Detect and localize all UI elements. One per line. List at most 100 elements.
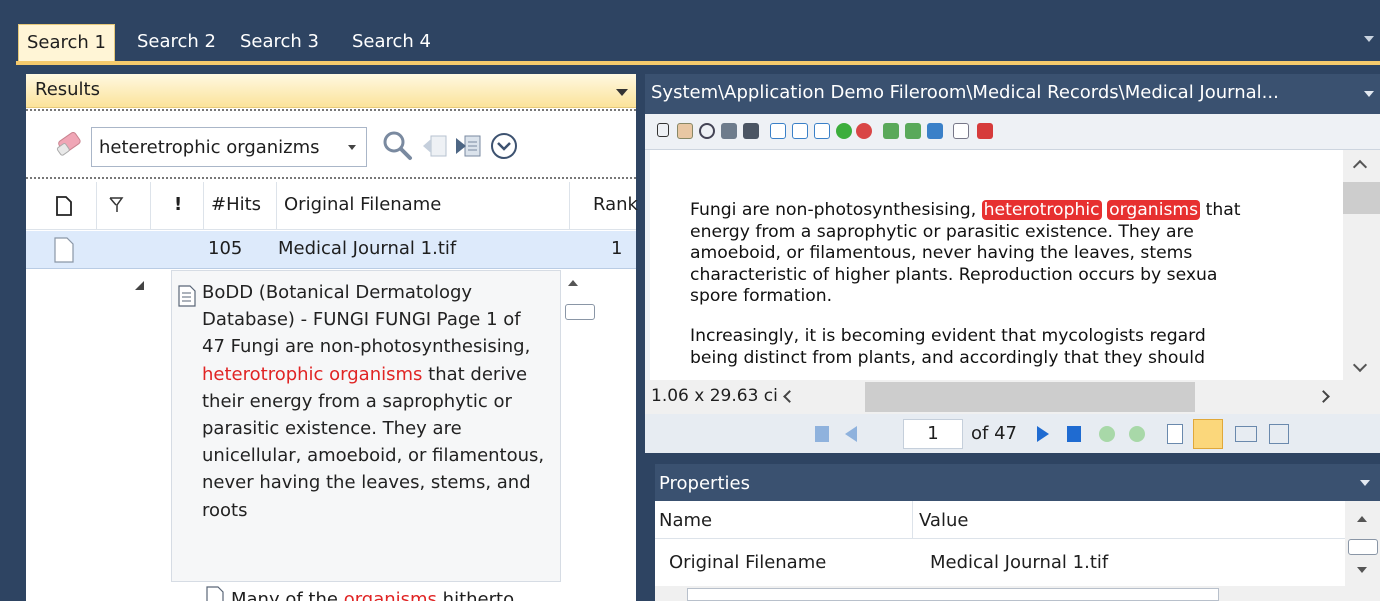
page-total: of 47 — [971, 423, 1017, 444]
property-name: Original Filename — [669, 552, 827, 573]
eraser-icon[interactable] — [55, 131, 85, 159]
document-viewer: System\Application Demo Fileroom\Medical… — [645, 74, 1380, 453]
document-text: Fungi are non-photosynthesising, heterot… — [690, 200, 1241, 368]
table-row[interactable]: 105 Medical Journal 1.tif 1 — [26, 231, 636, 269]
zoom-icon[interactable] — [699, 123, 715, 139]
camera-icon[interactable] — [743, 123, 759, 139]
first-page-icon[interactable] — [815, 426, 829, 442]
refresh-icon[interactable] — [927, 123, 943, 139]
scroll-thumb[interactable] — [1348, 539, 1378, 555]
search-combo[interactable] — [91, 127, 367, 167]
previous-page-icon[interactable] — [845, 426, 857, 442]
column-rank[interactable]: Rank — [593, 194, 638, 215]
next-page-icon[interactable] — [1037, 426, 1049, 442]
highlight-organisms: organisms — [1107, 200, 1201, 220]
properties-menu-chevron-icon[interactable] — [1360, 480, 1370, 486]
last-page-icon[interactable] — [1067, 426, 1081, 442]
property-row[interactable]: Original Filename Medical Journal 1.tif — [655, 540, 1345, 584]
document-vertical-scrollbar[interactable] — [1343, 150, 1380, 380]
results-title: Results — [35, 79, 100, 100]
collapse-triangle-icon[interactable] — [134, 280, 146, 292]
previous-hit-icon[interactable] — [420, 133, 448, 159]
tab-overflow-dropdown-icon[interactable] — [1364, 36, 1374, 42]
document-horizontal-scrollbar[interactable]: 1.06 x 29.63 ci — [645, 380, 1380, 414]
zoom-rect-icon[interactable] — [721, 123, 737, 139]
scroll-down-icon[interactable] — [1357, 567, 1367, 573]
search-input[interactable] — [92, 128, 322, 166]
zoom-out-icon[interactable] — [856, 123, 872, 139]
search-icon[interactable] — [381, 129, 413, 161]
flag-column-icon[interactable] — [108, 196, 124, 214]
column-name[interactable]: Name — [659, 510, 712, 531]
search-tab-bar: Search 1 Search 2 Search 3 Search 4 — [0, 0, 1380, 62]
tab-search-3[interactable]: Search 3 — [240, 24, 319, 62]
fit-width-icon[interactable] — [814, 123, 830, 139]
row-filename: Medical Journal 1.tif — [278, 238, 457, 259]
history-back-icon[interactable] — [1099, 426, 1115, 442]
hit-detail-area: BoDD (Botanical Dermatology Database) - … — [26, 270, 636, 601]
facing-view-icon[interactable] — [1235, 426, 1257, 442]
scroll-thumb[interactable] — [565, 304, 595, 320]
results-header: Results — [26, 74, 636, 108]
scroll-down-icon[interactable] — [1352, 357, 1368, 373]
document-icon — [54, 237, 74, 263]
scroll-up-icon[interactable] — [1357, 516, 1367, 522]
results-panel: Results heteretrophic organizms ! #Hits … — [26, 74, 638, 601]
tab-accent-rule — [16, 61, 1380, 65]
tab-search-4[interactable]: Search 4 — [352, 24, 431, 62]
properties-panel: Properties Name Value Original Filename … — [655, 464, 1380, 601]
select-pointer-icon[interactable] — [657, 123, 669, 137]
scroll-right-icon[interactable] — [1317, 390, 1330, 403]
page-navigation-bar: 1 of 47 — [645, 414, 1380, 453]
document-path: System\Application Demo Fileroom\Medical… — [651, 82, 1279, 103]
history-forward-icon[interactable] — [1129, 426, 1145, 442]
next-hit-snippet[interactable]: Many of the organisms hitherto — [176, 586, 576, 601]
next-hit-icon[interactable] — [454, 133, 482, 159]
search-toolbar — [26, 109, 636, 179]
document-column-icon[interactable] — [56, 196, 72, 216]
scroll-left-icon[interactable] — [783, 390, 796, 403]
text-page-icon — [178, 285, 196, 307]
scroll-thumb[interactable] — [865, 382, 1195, 412]
properties-scrollbar[interactable] — [1345, 501, 1380, 601]
scroll-up-icon[interactable] — [1352, 159, 1368, 175]
copy-icon[interactable] — [953, 123, 969, 139]
fit-page-icon[interactable] — [792, 123, 808, 139]
actual-size-icon[interactable] — [770, 123, 786, 139]
options-chevron-icon[interactable] — [490, 132, 518, 160]
rotate-right-icon[interactable] — [905, 123, 921, 139]
hit-snippet-text: BoDD (Botanical Dermatology Database) - … — [202, 282, 545, 521]
properties-horizontal-scrollbar[interactable] — [655, 586, 1345, 601]
scroll-up-icon[interactable] — [568, 280, 578, 286]
viewer-menu-chevron-icon[interactable] — [1364, 91, 1374, 97]
page-dimensions: 1.06 x 29.63 ci — [651, 386, 778, 406]
zoom-in-icon[interactable] — [836, 123, 852, 139]
viewer-toolbar — [645, 114, 1380, 150]
property-value: Medical Journal 1.tif — [930, 552, 1109, 573]
scroll-thumb[interactable] — [1343, 182, 1380, 214]
snippet-scrollbar[interactable] — [563, 270, 595, 582]
scroll-thumb[interactable] — [687, 588, 1219, 601]
text-layer-icon[interactable] — [977, 123, 993, 139]
tab-search-2[interactable]: Search 2 — [137, 24, 216, 62]
page-number-input[interactable]: 1 — [903, 419, 963, 449]
rotate-left-icon[interactable] — [883, 123, 899, 139]
properties-title: Properties — [659, 473, 750, 494]
single-page-view-icon[interactable] — [1167, 424, 1183, 444]
results-menu-chevron-icon[interactable] — [616, 89, 628, 96]
column-hits[interactable]: #Hits — [211, 194, 261, 215]
continuous-view-icon[interactable] — [1193, 419, 1223, 449]
column-value[interactable]: Value — [919, 510, 968, 531]
tab-search-1[interactable]: Search 1 — [18, 24, 116, 62]
thumbnail-view-icon[interactable] — [1269, 424, 1289, 444]
row-rank: 1 — [611, 238, 623, 259]
document-page[interactable]: Fungi are non-photosynthesising, heterot… — [650, 150, 1343, 380]
viewer-header: System\Application Demo Fileroom\Medical… — [645, 74, 1380, 114]
search-history-dropdown-icon[interactable] — [348, 145, 356, 150]
column-original-filename[interactable]: Original Filename — [284, 194, 441, 215]
properties-grid-header: Name Value — [655, 501, 1345, 539]
hit-snippet-box[interactable]: BoDD (Botanical Dermatology Database) - … — [171, 270, 561, 582]
pan-hand-icon[interactable] — [677, 123, 693, 139]
row-hits: 105 — [208, 238, 243, 259]
priority-column-icon[interactable]: ! — [174, 194, 182, 215]
